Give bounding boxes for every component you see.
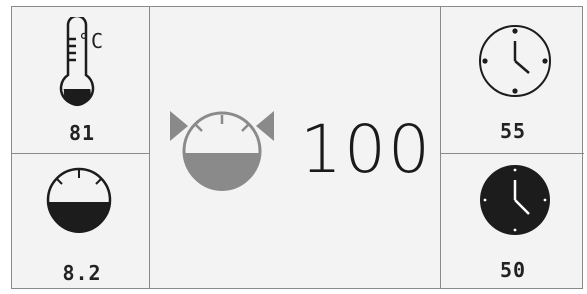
fuel-gauge-tile[interactable]: 8.2	[12, 154, 149, 290]
clock-outline-value: 55	[499, 119, 527, 143]
dashboard-panel: °C 81 8.2 100 55 50	[11, 6, 584, 290]
temperature-unit: °C	[78, 29, 105, 53]
clock-filled-tile[interactable]: 50	[441, 154, 584, 290]
clock-outline-icon	[479, 25, 551, 97]
main-gauge-tile[interactable]: 100	[150, 7, 440, 290]
main-gauge-value: 100	[300, 111, 432, 188]
temperature-tile[interactable]: °C 81	[12, 7, 149, 153]
temperature-value: 81	[68, 121, 96, 145]
fuel-gauge-icon	[46, 167, 112, 233]
clock-filled-value: 50	[499, 258, 527, 282]
clock-outline-tile[interactable]: 55	[441, 7, 584, 153]
clock-filled-icon	[480, 165, 550, 235]
gauge-with-arrows-icon	[170, 111, 274, 191]
fuel-gauge-value: 8.2	[62, 261, 102, 285]
